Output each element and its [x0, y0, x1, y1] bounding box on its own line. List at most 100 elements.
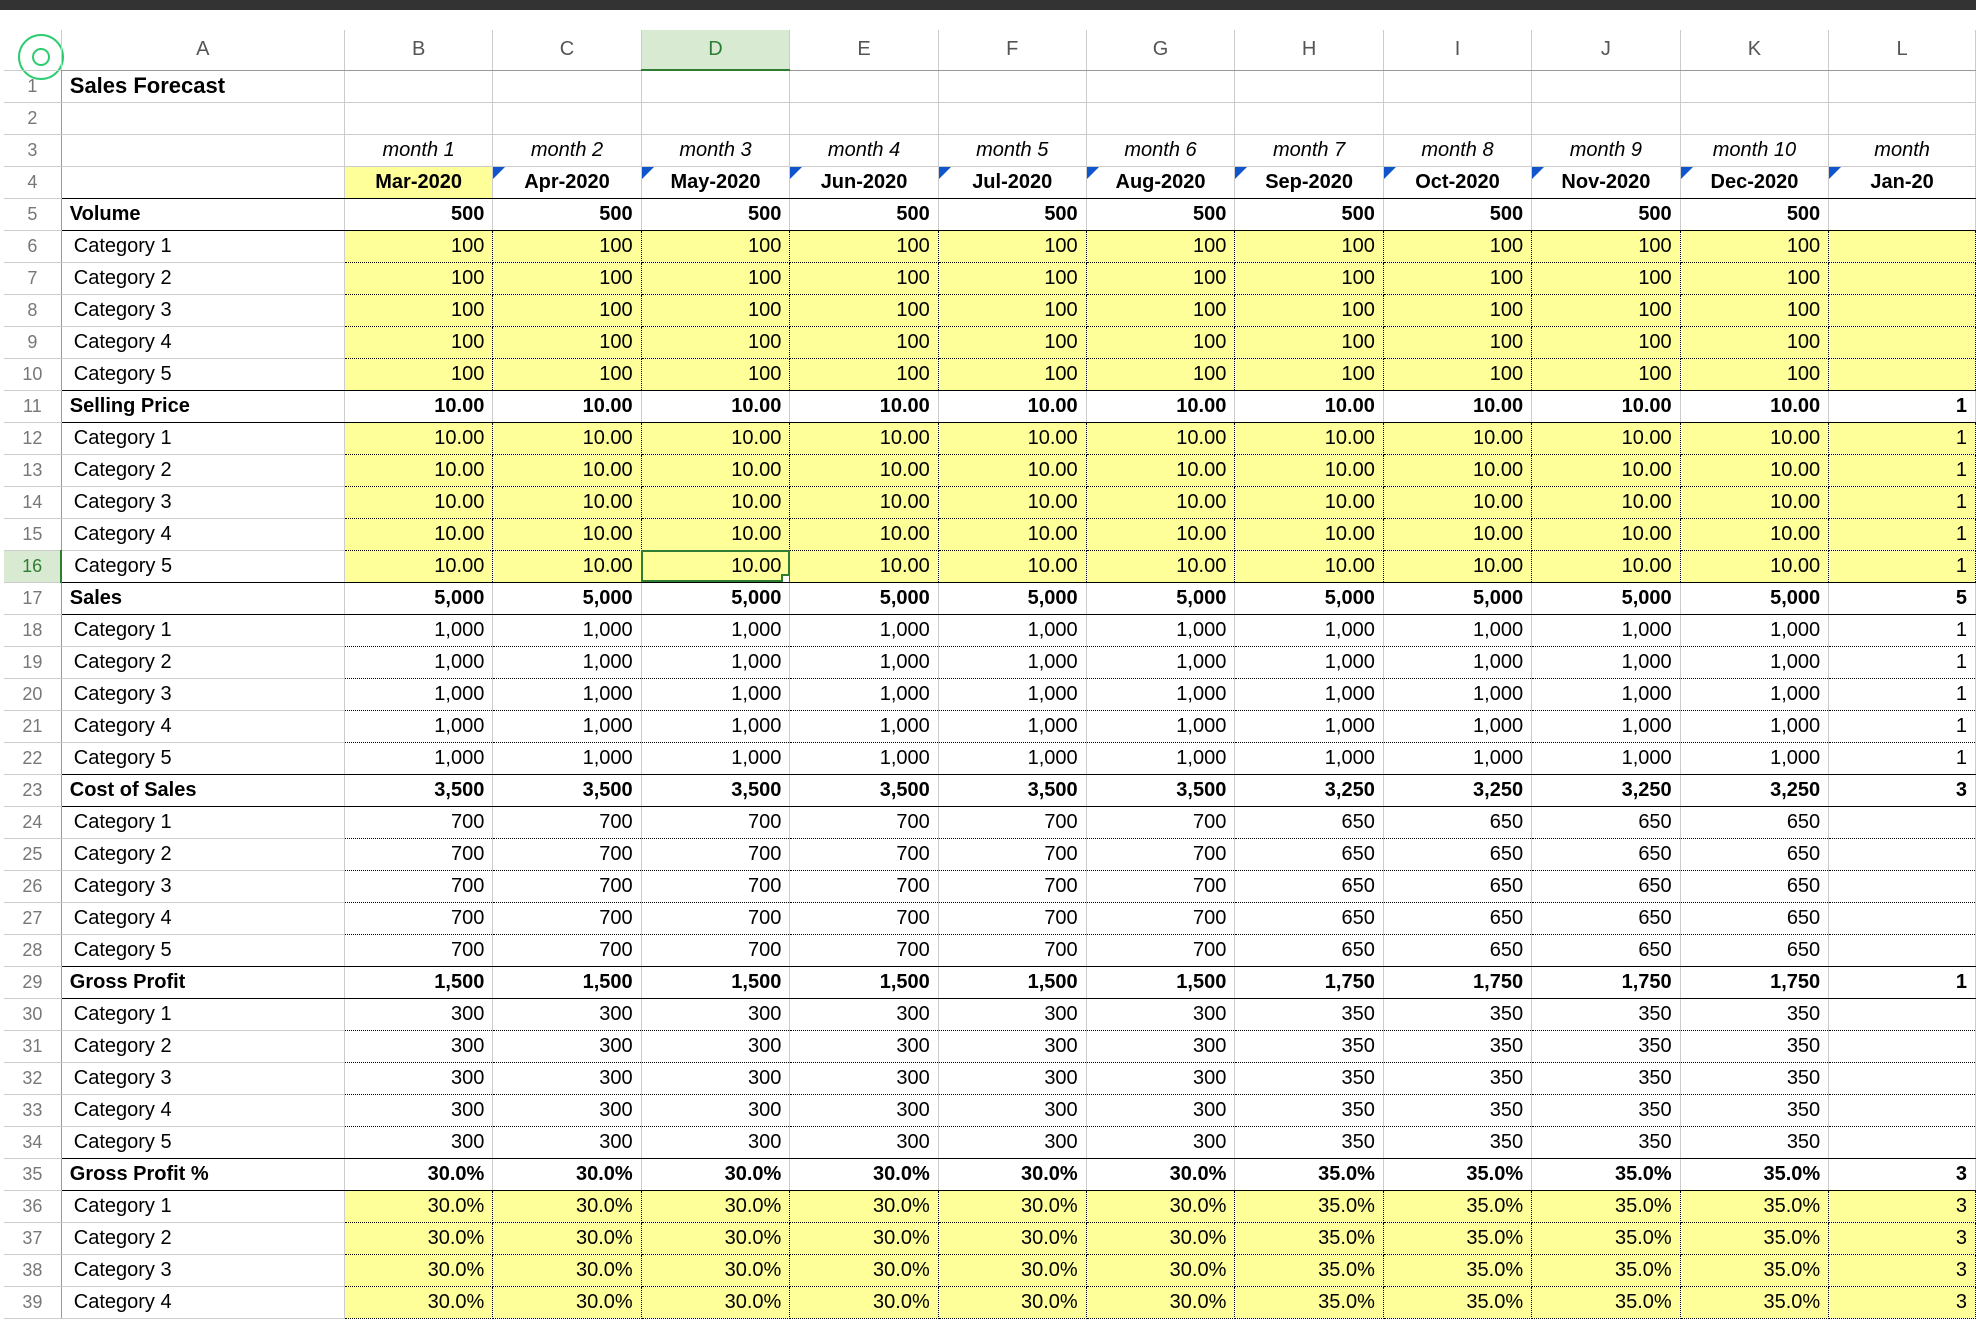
row-label[interactable]: Category 2 [61, 1030, 344, 1062]
data-cell[interactable]: 10.00 [493, 486, 641, 518]
data-cell[interactable]: 10.00 [1680, 390, 1829, 422]
data-cell[interactable]: 650 [1383, 838, 1531, 870]
data-cell[interactable]: 700 [790, 902, 938, 934]
row-label[interactable]: Category 1 [61, 230, 344, 262]
data-cell[interactable]: 5,000 [1680, 582, 1829, 614]
data-cell[interactable]: 3,500 [344, 774, 492, 806]
row-header-30[interactable]: 30 [4, 998, 61, 1030]
data-cell[interactable]: 1,000 [1532, 710, 1681, 742]
data-cell[interactable]: 300 [790, 1062, 938, 1094]
data-cell[interactable]: 1,000 [790, 742, 938, 774]
data-cell[interactable]: 700 [790, 838, 938, 870]
data-cell[interactable]: 650 [1235, 902, 1384, 934]
data-cell[interactable]: 1 [1829, 742, 1976, 774]
data-cell[interactable]: 10.00 [344, 422, 492, 454]
data-cell[interactable]: 100 [641, 326, 790, 358]
data-cell[interactable]: 350 [1532, 1062, 1681, 1094]
row-label[interactable]: Category 5 [61, 742, 344, 774]
data-cell[interactable]: 300 [1086, 1126, 1235, 1158]
data-cell[interactable]: 10.00 [938, 486, 1086, 518]
data-cell[interactable]: 1,000 [493, 710, 641, 742]
row-header-10[interactable]: 10 [4, 358, 61, 390]
data-cell[interactable]: 100 [1680, 358, 1829, 390]
data-cell[interactable]: 3,500 [1086, 774, 1235, 806]
data-cell[interactable]: 100 [790, 326, 938, 358]
row-header-6[interactable]: 6 [4, 230, 61, 262]
data-cell[interactable] [1829, 998, 1976, 1030]
data-cell[interactable]: 35.0% [1235, 1158, 1384, 1190]
row-label[interactable]: Category 5 [61, 358, 344, 390]
data-cell[interactable]: 1,000 [938, 614, 1086, 646]
data-cell[interactable]: 10.00 [1086, 486, 1235, 518]
row-label[interactable]: Cost of Sales [61, 774, 344, 806]
data-cell[interactable]: 35.0% [1383, 1222, 1531, 1254]
data-cell[interactable]: 300 [493, 1062, 641, 1094]
data-cell[interactable]: 350 [1235, 1094, 1384, 1126]
cell[interactable] [1532, 70, 1681, 102]
data-cell[interactable]: 500 [1680, 198, 1829, 230]
data-cell[interactable]: 650 [1680, 902, 1829, 934]
data-cell[interactable]: 10.00 [493, 422, 641, 454]
data-cell[interactable]: 30.0% [344, 1254, 492, 1286]
data-cell[interactable]: 700 [641, 870, 790, 902]
data-cell[interactable]: 10.00 [641, 390, 790, 422]
data-cell[interactable]: 1 [1829, 614, 1976, 646]
data-cell[interactable]: 100 [1235, 294, 1384, 326]
data-cell[interactable]: 10.00 [790, 422, 938, 454]
data-cell[interactable]: 650 [1532, 870, 1681, 902]
data-cell[interactable]: 3 [1829, 1254, 1976, 1286]
data-cell[interactable]: 30.0% [790, 1158, 938, 1190]
data-cell[interactable]: 10.00 [344, 486, 492, 518]
data-cell[interactable]: 5,000 [493, 582, 641, 614]
data-cell[interactable]: 100 [1680, 326, 1829, 358]
data-cell[interactable]: 1 [1829, 550, 1976, 582]
data-cell[interactable]: 650 [1235, 934, 1384, 966]
data-cell[interactable]: 3,500 [641, 774, 790, 806]
data-cell[interactable]: 5,000 [938, 582, 1086, 614]
cell[interactable] [1235, 102, 1384, 134]
data-cell[interactable]: 10.00 [1086, 454, 1235, 486]
data-cell[interactable]: 1 [1829, 390, 1976, 422]
cell[interactable] [61, 134, 344, 166]
data-cell[interactable]: 100 [344, 358, 492, 390]
data-cell[interactable]: 100 [1086, 326, 1235, 358]
data-cell[interactable]: 1,000 [1680, 646, 1829, 678]
data-cell[interactable]: 700 [1086, 934, 1235, 966]
data-cell[interactable]: 10.00 [1235, 422, 1384, 454]
data-cell[interactable]: 650 [1680, 838, 1829, 870]
data-cell[interactable]: 10.00 [1235, 390, 1384, 422]
row-label[interactable]: Sales [61, 582, 344, 614]
data-cell[interactable]: 10.00 [1235, 486, 1384, 518]
data-cell[interactable]: 1,500 [938, 966, 1086, 998]
data-cell[interactable] [1829, 934, 1976, 966]
data-cell[interactable]: 350 [1383, 1030, 1531, 1062]
data-cell[interactable]: 700 [641, 934, 790, 966]
data-cell[interactable]: 300 [938, 1030, 1086, 1062]
data-cell[interactable]: 1,000 [1532, 614, 1681, 646]
date-header[interactable]: Mar-2020 [344, 166, 492, 198]
cell[interactable] [938, 102, 1086, 134]
data-cell[interactable]: 1,750 [1235, 966, 1384, 998]
data-cell[interactable]: 10.00 [1680, 422, 1829, 454]
data-cell[interactable]: 350 [1235, 1062, 1384, 1094]
data-cell[interactable]: 30.0% [493, 1158, 641, 1190]
row-header-5[interactable]: 5 [4, 198, 61, 230]
data-cell[interactable]: 700 [1086, 806, 1235, 838]
row-label[interactable]: Category 4 [61, 518, 344, 550]
row-header-37[interactable]: 37 [4, 1222, 61, 1254]
data-cell[interactable]: 100 [1532, 326, 1681, 358]
data-cell[interactable]: 1,000 [1383, 710, 1531, 742]
data-cell[interactable]: 35.0% [1680, 1190, 1829, 1222]
data-cell[interactable]: 30.0% [344, 1222, 492, 1254]
row-label[interactable]: Category 2 [61, 838, 344, 870]
data-cell[interactable]: 30.0% [641, 1158, 790, 1190]
data-cell[interactable]: 10.00 [344, 518, 492, 550]
row-label[interactable]: Category 3 [61, 1254, 344, 1286]
data-cell[interactable]: 1,000 [1383, 742, 1531, 774]
row-label[interactable]: Category 4 [61, 710, 344, 742]
data-cell[interactable]: 700 [938, 902, 1086, 934]
data-cell[interactable]: 700 [641, 838, 790, 870]
data-cell[interactable]: 10.00 [1383, 422, 1531, 454]
row-header-22[interactable]: 22 [4, 742, 61, 774]
row-header-7[interactable]: 7 [4, 262, 61, 294]
